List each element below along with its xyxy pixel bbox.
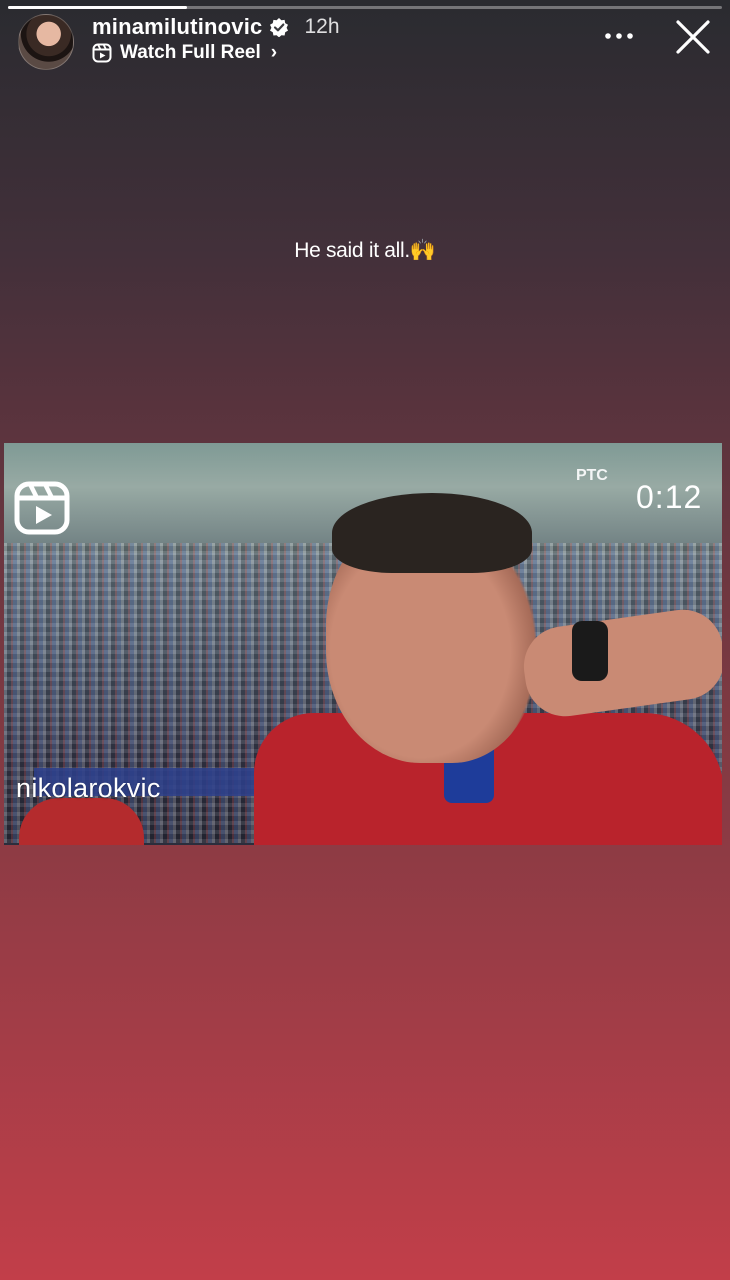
reel-icon [14,481,70,535]
story-progress-bar [8,6,722,9]
story-caption: He said it all.🙌 [0,238,730,263]
broadcaster-logo: РТС [576,467,608,484]
chevron-right-icon: › [270,42,278,63]
post-time: 12h [304,15,340,38]
watch-full-reel-label: Watch Full Reel [120,42,261,63]
username-row: minamilutinovic 12h [92,14,340,40]
watch-full-reel-link[interactable]: Watch Full Reel › [92,42,277,64]
creator-watermark: nikolarokvic [16,773,161,803]
story-progress-fill [8,6,187,9]
player-watch [572,621,608,681]
story-header: minamilutinovic 12h Watch Full Reel › [18,12,712,72]
more-horizontal-icon[interactable] [604,26,634,46]
foreground-spectator [19,798,144,845]
video-timer: 0:12 [636,479,703,515]
raised-hands-emoji: 🙌 [409,238,436,262]
username[interactable]: minamilutinovic [92,14,262,40]
player-hair [332,493,532,573]
reel-video-preview[interactable]: РТС 0:12 nikolarokvic [4,443,722,845]
close-icon[interactable] [674,18,712,56]
verified-badge-icon [269,17,289,38]
reel-icon [92,43,112,63]
caption-text: He said it all. [294,239,410,262]
avatar[interactable] [18,14,74,70]
